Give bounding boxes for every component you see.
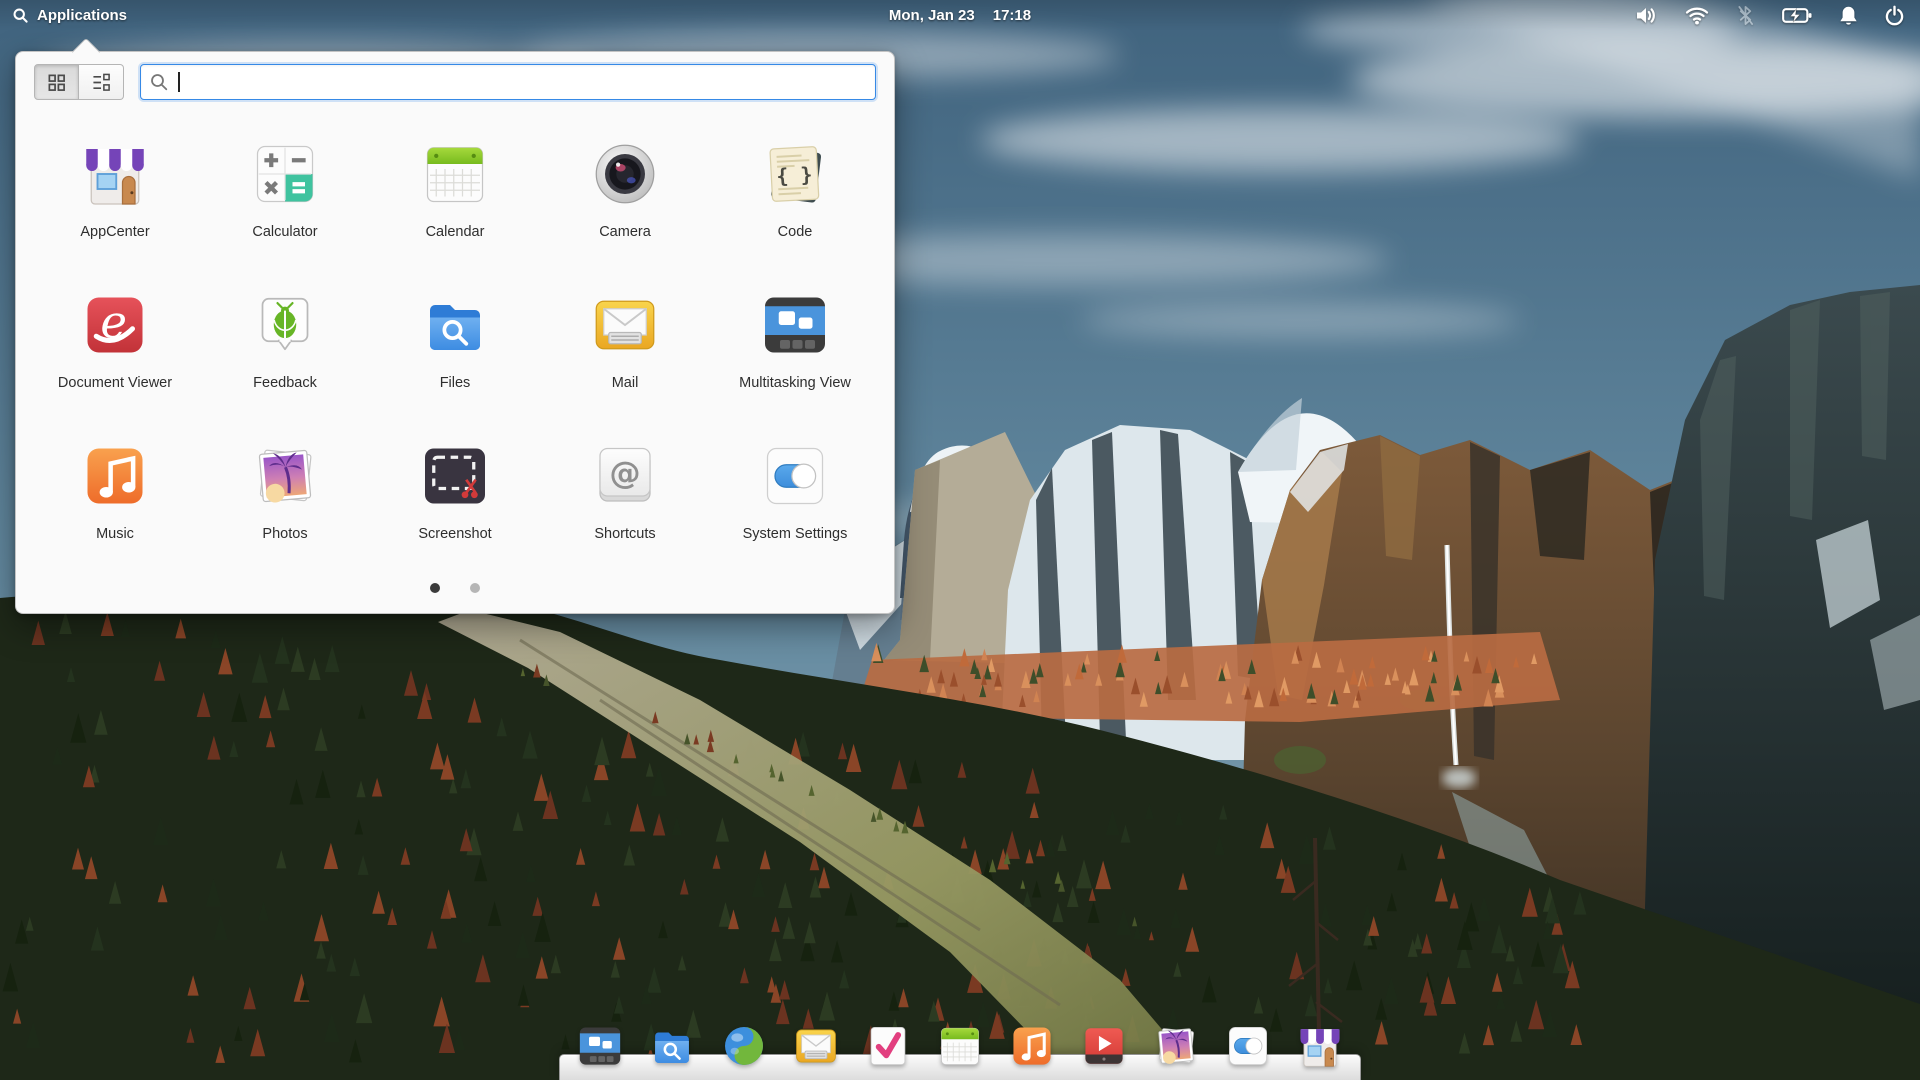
photos-icon <box>245 436 325 516</box>
files-icon <box>645 1019 699 1073</box>
app-label: Camera <box>599 224 651 240</box>
app-label: Multitasking View <box>739 375 851 391</box>
app-camera[interactable]: Camera <box>540 132 710 283</box>
page-indicator <box>16 583 894 593</box>
dock-web-browser[interactable] <box>717 1019 771 1073</box>
shortcuts-icon <box>585 436 665 516</box>
feedback-icon <box>245 285 325 365</box>
applications-menu: AppCenter Calculator Calendar Camera Cod… <box>15 37 895 614</box>
power-icon[interactable] <box>1885 5 1904 26</box>
view-mode-toggle <box>34 64 124 100</box>
code-icon <box>755 134 835 214</box>
text-caret <box>178 72 180 92</box>
app-label: Mail <box>611 375 639 391</box>
mail-icon <box>789 1019 843 1073</box>
app-calculator[interactable]: Calculator <box>200 132 370 283</box>
calculator-icon <box>245 134 325 214</box>
grid-view-icon <box>48 74 65 91</box>
app-label: Photos <box>262 526 308 542</box>
app-screenshot[interactable]: Screenshot <box>370 434 540 585</box>
list-view-button[interactable] <box>79 64 124 100</box>
multitasking-view-icon <box>755 285 835 365</box>
wifi-icon[interactable] <box>1685 6 1709 25</box>
app-label: Feedback <box>253 375 317 391</box>
applications-label: Applications <box>37 6 128 24</box>
battery-charging-icon[interactable] <box>1782 6 1812 24</box>
page-dot-1[interactable] <box>430 583 440 593</box>
dock-appcenter[interactable] <box>1293 1019 1347 1073</box>
notifications-bell-icon[interactable] <box>1839 5 1858 26</box>
calendar-icon <box>415 134 495 214</box>
app-label: System Settings <box>742 526 848 542</box>
dock-system-settings[interactable] <box>1221 1019 1275 1073</box>
list-view-icon <box>92 73 110 91</box>
app-label: Document Viewer <box>57 375 173 391</box>
system-settings-icon <box>1221 1019 1275 1073</box>
bluetooth-disabled-icon[interactable] <box>1736 5 1755 26</box>
appcenter-icon <box>1293 1019 1347 1073</box>
tasks-icon <box>861 1019 915 1073</box>
screenshot-icon <box>415 436 495 516</box>
applications-button[interactable]: Applications <box>0 7 127 24</box>
app-files[interactable]: Files <box>370 283 540 434</box>
dock-calendar[interactable] <box>933 1019 987 1073</box>
dock-videos[interactable] <box>1077 1019 1131 1073</box>
app-label: Calculator <box>252 224 318 240</box>
app-search-input[interactable] <box>140 64 876 100</box>
web-browser-icon <box>717 1019 771 1073</box>
panel-tray <box>1634 5 1920 26</box>
appcenter-icon <box>75 134 155 214</box>
dock <box>559 1006 1361 1080</box>
camera-icon <box>585 134 665 214</box>
panel-clock[interactable]: Mon, Jan 23 17:18 <box>889 7 1031 24</box>
app-mail[interactable]: Mail <box>540 283 710 434</box>
dock-multitasking-view[interactable] <box>573 1019 627 1073</box>
top-panel: Applications Mon, Jan 23 17:18 <box>0 0 1920 30</box>
photos-icon <box>1149 1019 1203 1073</box>
app-label: Shortcuts <box>594 526 656 542</box>
dock-mail[interactable] <box>789 1019 843 1073</box>
music-icon <box>1005 1019 1059 1073</box>
system-settings-icon <box>755 436 835 516</box>
mail-icon <box>585 285 665 365</box>
app-feedback[interactable]: Feedback <box>200 283 370 434</box>
app-code[interactable]: Code <box>710 132 880 283</box>
search-icon <box>13 8 28 23</box>
app-music[interactable]: Music <box>30 434 200 585</box>
app-label: Screenshot <box>418 526 492 542</box>
music-icon <box>75 436 155 516</box>
app-photos[interactable]: Photos <box>200 434 370 585</box>
panel-time: 17:18 <box>992 6 1032 24</box>
app-label: Music <box>96 526 134 542</box>
app-shortcuts[interactable]: Shortcuts <box>540 434 710 585</box>
dock-music[interactable] <box>1005 1019 1059 1073</box>
app-system-settings[interactable]: System Settings <box>710 434 880 585</box>
app-appcenter[interactable]: AppCenter <box>30 132 200 283</box>
app-label: Code <box>777 224 813 240</box>
calendar-icon <box>933 1019 987 1073</box>
volume-icon[interactable] <box>1634 5 1658 26</box>
document-viewer-icon <box>75 285 155 365</box>
panel-date: Mon, Jan 23 <box>888 6 975 24</box>
app-grid: AppCenter Calculator Calendar Camera Cod… <box>16 132 894 585</box>
dock-tasks[interactable] <box>861 1019 915 1073</box>
app-label: Files <box>439 375 471 391</box>
search-icon <box>151 74 168 91</box>
app-label: AppCenter <box>80 224 150 240</box>
files-icon <box>415 285 495 365</box>
page-dot-2[interactable] <box>470 583 480 593</box>
videos-icon <box>1077 1019 1131 1073</box>
dock-files[interactable] <box>645 1019 699 1073</box>
app-calendar[interactable]: Calendar <box>370 132 540 283</box>
dock-photos[interactable] <box>1149 1019 1203 1073</box>
multitasking-view-icon <box>573 1019 627 1073</box>
desktop: { } e <box>0 0 1920 1080</box>
app-multitasking-view[interactable]: Multitasking View <box>710 283 880 434</box>
app-document-viewer[interactable]: Document Viewer <box>30 283 200 434</box>
grid-view-button[interactable] <box>34 64 79 100</box>
app-label: Calendar <box>425 224 485 240</box>
